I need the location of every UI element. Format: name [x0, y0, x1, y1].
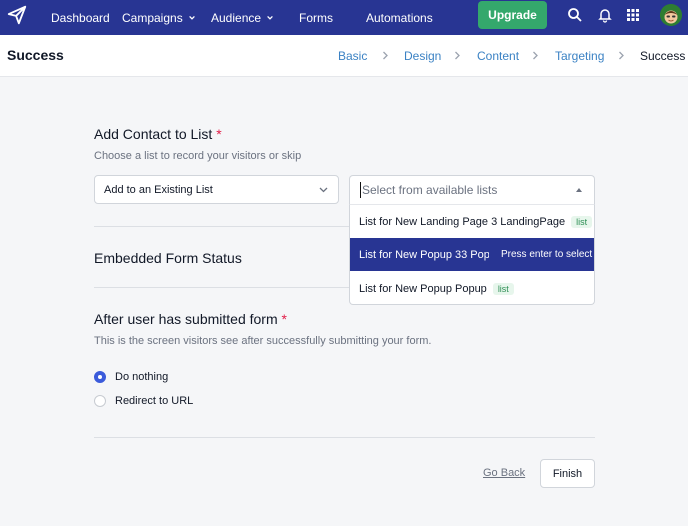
- list-tag: list: [571, 215, 593, 228]
- bell-icon[interactable]: [597, 7, 613, 23]
- embedded-form-title: Embedded Form Status: [94, 250, 242, 266]
- breadcrumb-targeting[interactable]: Targeting: [555, 49, 604, 63]
- nav-audience[interactable]: Audience: [211, 0, 274, 35]
- select-hint: Press enter to select: [501, 249, 593, 260]
- chevron-right-icon: [533, 51, 538, 60]
- nav-automations[interactable]: Automations: [366, 0, 433, 35]
- radio-do-nothing[interactable]: [94, 371, 106, 383]
- radio-label[interactable]: Do nothing: [115, 371, 168, 383]
- required-mark: *: [281, 311, 287, 327]
- avatar[interactable]: [660, 4, 682, 26]
- breadcrumb-basic[interactable]: Basic: [338, 49, 367, 63]
- chevron-down-icon: [267, 15, 273, 20]
- chevron-right-icon: [619, 51, 624, 60]
- upgrade-button[interactable]: Upgrade: [478, 1, 547, 29]
- page-title: Success: [7, 47, 64, 63]
- caret-up-icon[interactable]: [576, 188, 582, 192]
- page-header: Success Basic Design Content Targeting S…: [0, 35, 688, 77]
- go-back-link[interactable]: Go Back: [483, 467, 525, 479]
- top-nav: Dashboard Campaigns Audience Forms Autom…: [0, 0, 688, 35]
- chevron-down-icon: [319, 187, 328, 193]
- nav-dashboard[interactable]: Dashboard: [51, 0, 110, 35]
- breadcrumb-success: Success: [640, 49, 686, 63]
- apps-grid-icon[interactable]: [625, 7, 641, 23]
- nav-campaigns[interactable]: Campaigns: [122, 0, 196, 35]
- breadcrumb-content[interactable]: Content: [477, 49, 519, 63]
- contact-list-description: Choose a list to record your visitors or…: [94, 150, 302, 162]
- after-submit-description: This is the screen visitors see after su…: [94, 335, 432, 347]
- list-search-combobox[interactable]: Select from available lists: [349, 175, 595, 205]
- list-option-highlighted[interactable]: List for New Popup 33 Popup Press enter …: [350, 238, 594, 271]
- breadcrumb-design[interactable]: Design: [404, 49, 441, 63]
- divider: [94, 437, 595, 438]
- list-tag: list: [492, 282, 514, 295]
- radio-label[interactable]: Redirect to URL: [115, 395, 193, 407]
- finish-button[interactable]: Finish: [540, 459, 595, 488]
- list-search-input[interactable]: Select from available lists: [360, 182, 497, 198]
- chevron-right-icon: [383, 51, 388, 60]
- required-mark: *: [216, 126, 222, 142]
- after-submit-title: After user has submitted form *: [94, 311, 287, 327]
- list-mode-select[interactable]: Add to an Existing List: [94, 175, 339, 204]
- chevron-down-icon: [188, 15, 195, 20]
- list-option[interactable]: List for New Landing Page 3 LandingPage …: [350, 205, 594, 238]
- avatar-face-icon: [660, 4, 682, 26]
- list-dropdown: List for New Landing Page 3 LandingPage …: [349, 205, 595, 305]
- chevron-right-icon: [455, 51, 460, 60]
- logo-paper-plane-icon[interactable]: [6, 4, 28, 26]
- radio-redirect-url[interactable]: [94, 395, 106, 407]
- search-icon[interactable]: [567, 7, 583, 23]
- nav-forms[interactable]: Forms: [299, 0, 333, 35]
- contact-list-title: Add Contact to List *: [94, 126, 222, 142]
- list-option[interactable]: List for New Popup Popup list: [350, 272, 594, 304]
